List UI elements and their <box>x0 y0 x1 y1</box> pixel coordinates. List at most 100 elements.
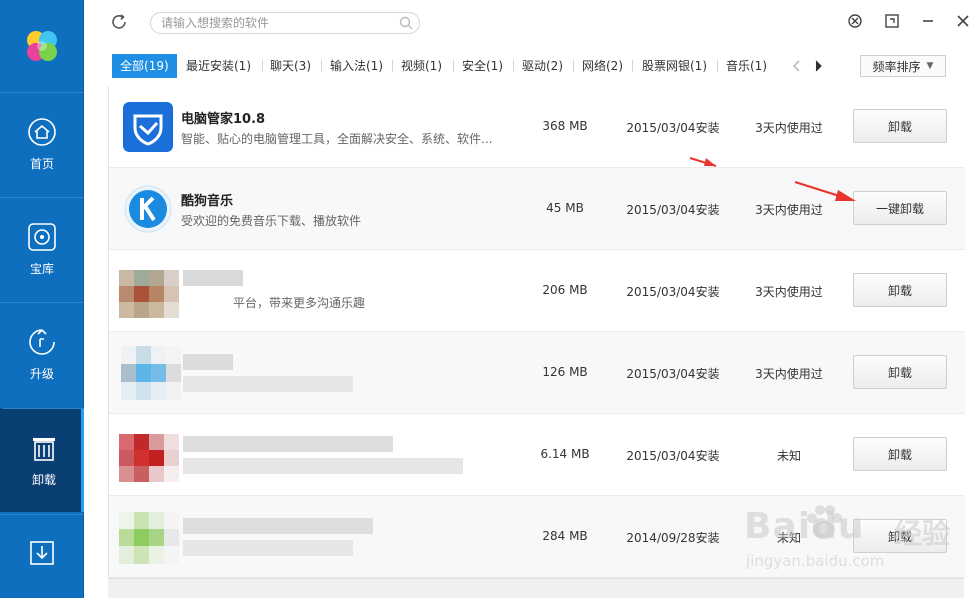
tab-divider <box>573 60 574 72</box>
last-used: 未知 <box>776 449 801 463</box>
list-bottom-edge <box>108 578 964 598</box>
blurred-text <box>183 518 373 534</box>
sidebar-item-uninstall[interactable]: 卸载 <box>0 408 84 512</box>
uninstall-button[interactable]: 卸载 <box>853 355 947 389</box>
tab-driver[interactable]: 驱动(2) <box>522 54 563 78</box>
pixelated-app-icon <box>119 270 179 318</box>
app-description: 平台，带来更多沟通乐趣 <box>233 296 366 310</box>
trash-icon <box>33 438 55 461</box>
sidebar-item-home[interactable]: 首页 <box>0 92 84 196</box>
app-description: 受欢迎的免费音乐下载、播放软件 <box>181 214 362 228</box>
sort-dropdown[interactable]: 频率排序 ▼ <box>860 55 946 77</box>
app-size: 368 MB <box>542 119 588 133</box>
blurred-text <box>183 540 353 556</box>
tab-divider <box>392 60 393 72</box>
watermark-url: jingyan.baidu.com <box>746 552 885 570</box>
tab-all[interactable]: 全部(19) <box>112 54 177 78</box>
blurred-text <box>183 436 393 452</box>
sidebar-item-label: 升级 <box>29 367 54 381</box>
sidebar-item-library[interactable]: 宝库 <box>0 197 84 301</box>
sidebar-item-label: 宝库 <box>29 262 54 276</box>
pc-manager-app-icon <box>123 102 173 152</box>
watermark-brand-cn: 经验 <box>894 517 951 550</box>
app-size: 206 MB <box>542 283 588 297</box>
app-logo <box>0 0 84 92</box>
category-tabs: 全部(19) 最近安装(1) 聊天(3) 输入法(1) 视频(1) 安全(1) … <box>108 54 971 80</box>
tab-divider <box>453 60 454 72</box>
blurred-text <box>183 376 353 392</box>
upgrade-icon <box>29 329 55 355</box>
search-box <box>150 12 420 34</box>
list-item: 电脑管家10.8 智能、贴心的电脑管理工具，全面解决安全、系统、软件... 36… <box>109 86 965 168</box>
install-date: 2015/03/04安装 <box>626 203 720 217</box>
tab-video[interactable]: 视频(1) <box>401 54 442 78</box>
chevron-right-icon[interactable] <box>812 59 824 73</box>
tab-divider <box>632 60 633 72</box>
restore-window-icon[interactable] <box>884 13 900 29</box>
blurred-text <box>183 458 463 474</box>
clover-logo-icon <box>27 31 57 61</box>
list-item: 6.14 MB 2015/03/04安装 未知 卸载 <box>109 414 965 496</box>
search-icon[interactable] <box>399 16 413 30</box>
tab-network[interactable]: 网络(2) <box>582 54 623 78</box>
last-used: 3天内使用过 <box>755 367 823 381</box>
pixelated-app-icon <box>119 434 179 482</box>
paw-icon <box>807 505 842 539</box>
tab-recent[interactable]: 最近安装(1) <box>186 54 251 78</box>
pixelated-app-icon <box>119 512 179 564</box>
settings-icon[interactable] <box>847 13 863 29</box>
disc-icon <box>28 223 56 251</box>
one-click-uninstall-button[interactable]: 一键卸载 <box>853 191 947 225</box>
sidebar-item-label: 卸载 <box>31 473 56 487</box>
topbar <box>84 0 971 46</box>
tab-divider <box>513 60 514 72</box>
kugou-music-app-icon <box>124 185 172 233</box>
app-size: 45 MB <box>546 201 584 215</box>
blurred-text <box>183 270 243 286</box>
sidebar-item-upgrade[interactable]: 升级 <box>0 302 84 406</box>
blurred-text <box>183 354 233 370</box>
app-size: 126 MB <box>542 365 588 379</box>
baidu-jingyan-watermark: Baidu 经验 jingyan.baidu.com <box>744 490 964 580</box>
install-date: 2015/03/04安装 <box>626 285 720 299</box>
app-size: 284 MB <box>542 529 588 543</box>
install-date: 2015/03/04安装 <box>626 449 720 463</box>
list-item: 酷狗音乐 受欢迎的免费音乐下载、播放软件 45 MB 2015/03/04安装 … <box>109 168 965 250</box>
last-used: 3天内使用过 <box>755 121 823 135</box>
tab-input-method[interactable]: 输入法(1) <box>330 54 383 78</box>
uninstall-button[interactable]: 卸载 <box>853 437 947 471</box>
tab-chat[interactable]: 聊天(3) <box>270 54 311 78</box>
app-name: 酷狗音乐 <box>181 194 234 209</box>
chevron-down-icon: ▼ <box>926 61 934 71</box>
search-input[interactable] <box>161 15 391 31</box>
sort-label: 频率排序 <box>872 59 921 74</box>
app-name: 电脑管家10.8 <box>181 112 266 127</box>
tab-stocks-banking[interactable]: 股票网银(1) <box>642 54 707 78</box>
tab-divider <box>262 60 263 72</box>
sidebar: 首页 宝库 升级 卸载 <box>0 0 84 598</box>
pixelated-app-icon <box>121 346 181 400</box>
install-date: 2014/09/28安装 <box>626 531 720 545</box>
refresh-icon[interactable] <box>110 13 128 31</box>
sidebar-item-label: 首页 <box>29 157 54 171</box>
sidebar-item-download[interactable] <box>0 514 84 598</box>
last-used: 3天内使用过 <box>755 285 823 299</box>
list-item: 126 MB 2015/03/04安装 3天内使用过 卸载 <box>109 332 965 414</box>
tab-music[interactable]: 音乐(1) <box>726 54 767 78</box>
uninstall-button[interactable]: 卸载 <box>853 109 947 143</box>
tab-divider <box>321 60 322 72</box>
install-date: 2015/03/04安装 <box>626 121 720 135</box>
chevron-left-icon[interactable] <box>791 59 803 73</box>
tab-security[interactable]: 安全(1) <box>462 54 503 78</box>
uninstall-button[interactable]: 卸载 <box>853 273 947 307</box>
list-item: 平台，带来更多沟通乐趣 206 MB 2015/03/04安装 3天内使用过 卸… <box>109 250 965 332</box>
minimize-icon[interactable] <box>920 13 936 29</box>
tab-divider <box>717 60 718 72</box>
download-icon <box>30 540 54 565</box>
close-icon[interactable] <box>955 13 971 29</box>
app-description: 智能、贴心的电脑管理工具，全面解决安全、系统、软件... <box>181 132 493 146</box>
home-icon <box>28 118 56 146</box>
install-date: 2015/03/04安装 <box>626 367 720 381</box>
app-size: 6.14 MB <box>540 447 590 461</box>
last-used: 3天内使用过 <box>755 203 823 217</box>
